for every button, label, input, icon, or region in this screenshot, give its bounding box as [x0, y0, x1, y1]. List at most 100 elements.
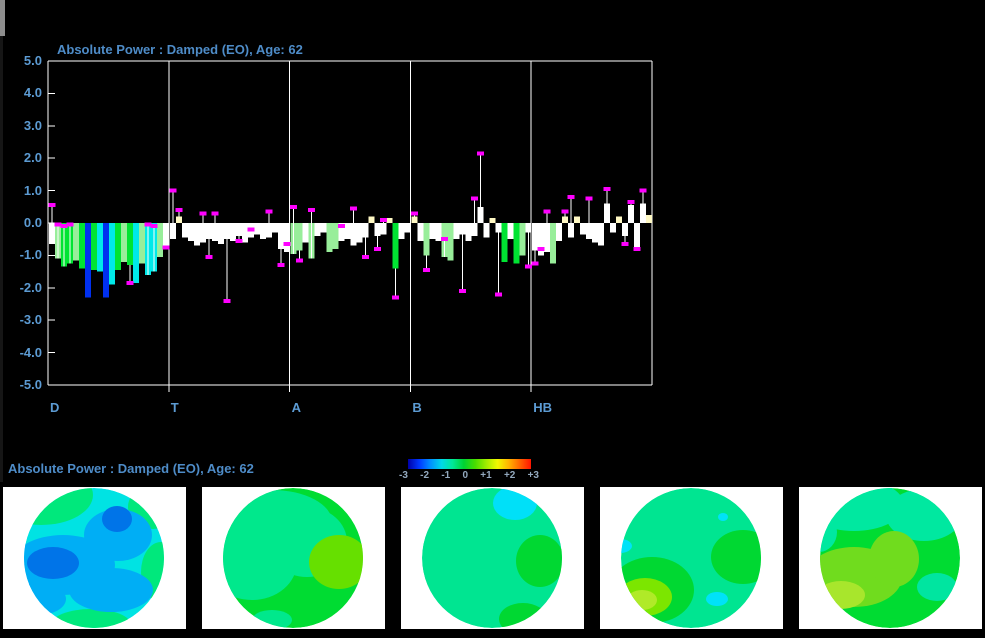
beta-topomap [600, 487, 783, 629]
significance-marker [392, 296, 399, 300]
topo-panel-beta-topomap [600, 487, 783, 629]
zscore-bar [580, 223, 586, 234]
zscore-bar [495, 223, 501, 233]
significance-marker [350, 206, 357, 210]
alpha-topomap [401, 487, 584, 629]
significance-marker [338, 224, 345, 228]
significance-marker [640, 189, 647, 193]
topo-blob [10, 583, 66, 615]
zscore-bar [532, 223, 538, 251]
zscore-bar [417, 223, 423, 241]
zscore-bar [616, 217, 622, 223]
y-tick-label: -5.0 [2, 378, 42, 392]
zscore-bar [489, 218, 495, 223]
zscore-bar [321, 223, 327, 233]
band-group-A [290, 205, 411, 300]
significance-marker [362, 255, 369, 259]
delta-topomap [3, 487, 186, 629]
significance-marker [277, 263, 284, 267]
zscore-bar [387, 218, 393, 223]
zscore-bar [513, 223, 519, 264]
zscore-bar [507, 223, 513, 239]
zscore-bar [501, 223, 507, 262]
hibeta-topomap [799, 487, 982, 629]
zscore-bar [423, 223, 429, 255]
significance-marker [374, 247, 381, 251]
significance-marker [290, 205, 297, 209]
significance-marker [163, 245, 170, 249]
topo-blob [435, 623, 467, 629]
band-group-T [169, 189, 290, 303]
zscore-bar [646, 215, 652, 223]
significance-marker [622, 242, 629, 246]
significance-marker [586, 197, 593, 201]
y-tick-label: -3.0 [2, 313, 42, 327]
significance-marker [151, 224, 158, 228]
zscore-bar [278, 223, 284, 249]
significance-marker [459, 289, 466, 293]
y-tick-label: 2.0 [2, 151, 42, 165]
zscore-bar [297, 223, 303, 251]
significance-marker [283, 242, 290, 246]
topo-panel-hibeta-topomap [799, 487, 982, 629]
significance-marker [544, 210, 551, 214]
zscore-bar [224, 223, 230, 239]
significance-marker [199, 211, 206, 215]
zscore-bar [519, 223, 525, 255]
zscore-bar [85, 223, 91, 298]
significance-marker [145, 223, 152, 227]
zscore-bar [622, 223, 628, 236]
zscore-bar [525, 223, 531, 233]
zscore-bar [91, 223, 97, 270]
significance-marker [247, 227, 254, 231]
zscore-bar [194, 223, 200, 246]
zscore-bar [333, 223, 339, 249]
significance-marker [169, 189, 176, 193]
zscore-bar [272, 223, 278, 233]
zscore-bar [459, 223, 465, 234]
topo-blob [817, 581, 865, 609]
zscore-bar [97, 223, 103, 272]
significance-marker [441, 237, 448, 241]
significance-marker [223, 299, 230, 303]
topo-blob [27, 547, 79, 579]
band-group-B [411, 151, 532, 296]
significance-marker [67, 223, 74, 227]
significance-marker [495, 292, 502, 296]
significance-marker [380, 218, 387, 222]
zscore-bar [133, 223, 139, 283]
zscore-bar [315, 223, 321, 236]
significance-marker [411, 211, 418, 215]
zscore-bar [236, 223, 242, 236]
topo-blob [608, 539, 632, 553]
significance-marker [49, 203, 56, 207]
significance-marker [562, 210, 569, 214]
significance-marker [538, 247, 545, 251]
significance-marker [296, 258, 303, 262]
topo-blob [516, 535, 564, 587]
topo-blob [69, 568, 153, 612]
significance-marker [235, 239, 242, 243]
colorbar-tick-label: 0 [462, 470, 468, 481]
zscore-bar [375, 223, 381, 236]
zscore-bar [103, 223, 109, 298]
significance-marker [568, 195, 575, 199]
significance-marker [634, 247, 641, 251]
band-label-A: A [292, 400, 301, 415]
topo-panel-theta-topomap [202, 487, 385, 629]
colorbar-tick-label: -3 [399, 470, 408, 481]
zscore-bar [447, 223, 453, 260]
significance-marker [265, 210, 272, 214]
colorbar-gradient [408, 459, 531, 469]
topo-panel-alpha-topomap [401, 487, 584, 629]
topo-blob [706, 592, 728, 606]
colorbar-tick-label: +2 [504, 470, 515, 481]
zscore-bar [242, 223, 248, 242]
zscore-bar [405, 223, 411, 233]
band-group-D [49, 203, 170, 297]
y-tick-label: 0.0 [2, 216, 42, 230]
colorbar-tick-label: -2 [420, 470, 429, 481]
theta-topomap [202, 487, 385, 629]
zscore-bar [550, 223, 556, 264]
zscore-bar [399, 223, 405, 239]
